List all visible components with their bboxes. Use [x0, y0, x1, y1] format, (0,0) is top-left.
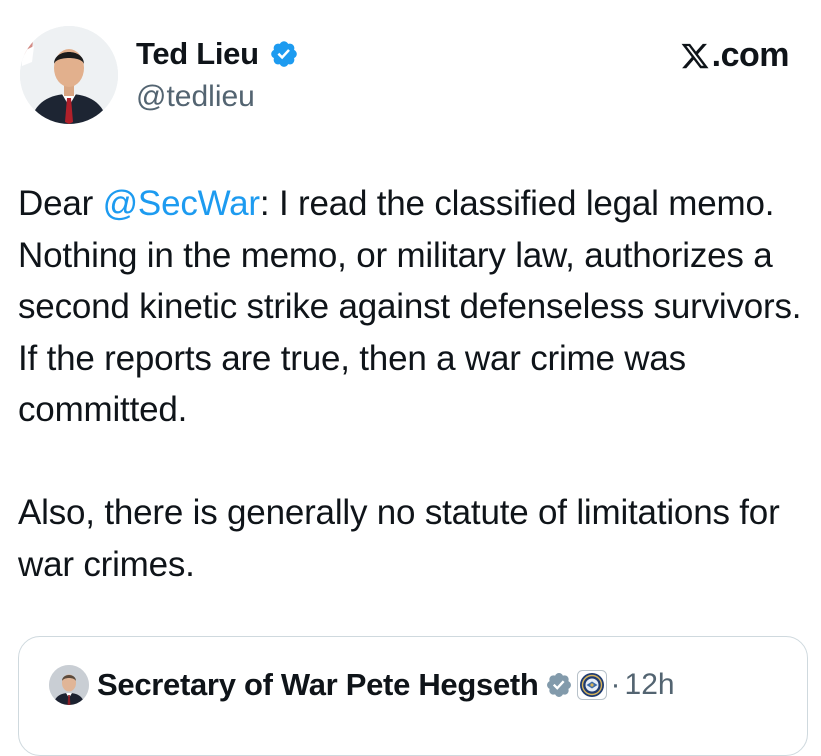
quoted-tweet-timestamp[interactable]: 12h [625, 668, 675, 702]
author-handle[interactable]: @tedlieu [136, 80, 255, 114]
x-logo-icon [681, 43, 709, 68]
quoted-tweet-header: Secretary of War Pete Hegseth · 12h [49, 665, 675, 705]
tweet-text: Dear @SecWar: I read the classified lega… [18, 178, 808, 590]
author-avatar-image [20, 26, 118, 124]
quoted-author-avatar-image [49, 665, 89, 705]
tweet-paragraph: Dear @SecWar: I read the classified lega… [18, 178, 808, 436]
gray-verified-badge-icon[interactable] [545, 671, 573, 699]
brand-suffix: .com [711, 36, 790, 74]
tweet-paragraph: Also, there is generally no statute of l… [18, 493, 780, 584]
author-name-row: Ted Lieu [136, 34, 299, 74]
tweet-prefix: Dear [18, 184, 103, 223]
quoted-author-avatar[interactable] [49, 665, 89, 705]
separator-dot: · [610, 668, 621, 701]
author-avatar[interactable] [20, 26, 118, 124]
mention-link[interactable]: @SecWar [103, 184, 260, 223]
quoted-author-name[interactable]: Secretary of War Pete Hegseth [97, 667, 539, 703]
department-seal-icon[interactable] [576, 670, 607, 700]
quoted-tweet-card[interactable]: Secretary of War Pete Hegseth · 12h [18, 636, 808, 756]
author-display-name[interactable]: Ted Lieu [136, 36, 259, 72]
verified-badge-icon[interactable] [269, 39, 299, 69]
brand-watermark: .com [680, 36, 790, 75]
